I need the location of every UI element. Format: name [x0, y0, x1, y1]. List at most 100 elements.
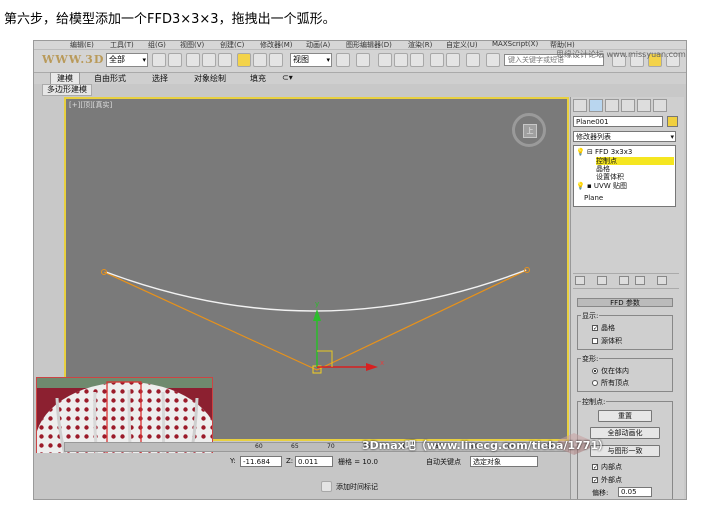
max-window: 编辑(E) 工具(T) 组(G) 视图(V) 创建(C) 修改器(M) 动画(A… [33, 40, 687, 500]
menu-customize[interactable]: 自定义(U) [446, 41, 478, 50]
radio-off-icon [592, 380, 598, 386]
z-coord-field[interactable]: 0.011 [295, 456, 333, 467]
move-icon[interactable] [237, 53, 251, 67]
source-volume-checkbox[interactable]: 源体积 [592, 337, 622, 345]
inside-points-checkbox[interactable]: ✓ 内部点 [592, 463, 622, 471]
configure-sets-icon[interactable] [657, 276, 667, 285]
stack-item-set-volume[interactable]: 设置体积 [596, 173, 624, 181]
only-in-volume-radio[interactable]: 仅在体内 [592, 367, 629, 375]
stack-item-uvw[interactable]: 💡 ▪ UVW 贴图 [576, 182, 627, 190]
layer-icon[interactable] [466, 53, 480, 67]
grid-size-label: 栅格 = 10.0 [338, 458, 378, 466]
offset-label: 偏移: [592, 489, 609, 497]
forum-watermark: 思缘设计论坛 www.missyuan.com [556, 50, 686, 59]
menu-create[interactable]: 创建(C) [220, 41, 244, 50]
time-tick: 70 [327, 443, 335, 450]
ribbon: 建模 自由形式 选择 对象绘制 填充 ⊂▾ [34, 72, 686, 84]
modifier-list-dropdown[interactable]: 修改器列表 ▾ [573, 131, 676, 142]
step-caption: 第六步，给模型添加一个FFD3×3×3，拖拽出一个弧形。 [4, 12, 336, 27]
outside-points-check-icon: ✓ [592, 477, 599, 484]
angle-snap-icon[interactable] [394, 53, 408, 67]
menu-graph-editors[interactable]: 图形编辑器(D) [346, 41, 392, 50]
mirror-icon[interactable] [430, 53, 444, 67]
inside-points-check-icon: ✓ [592, 464, 599, 471]
y-coord-label: Y: [230, 457, 236, 465]
make-unique-icon[interactable] [619, 276, 629, 285]
utilities-tab-icon[interactable] [653, 99, 667, 112]
undo-icon[interactable] [152, 53, 166, 67]
deform-group: 变形: 仅在体内 所有顶点 [577, 354, 673, 392]
snap-toggle-icon[interactable] [378, 53, 392, 67]
modifier-stack: 💡 ⊟ FFD 3x3x3 控制点 晶格 设置体积 💡 ▪ UVW 贴图 Pla… [573, 145, 676, 207]
ribbon-tab-selection[interactable]: 选择 [152, 73, 168, 84]
outside-points-checkbox[interactable]: ✓ 外部点 [592, 476, 622, 484]
radio-on-icon [592, 368, 598, 374]
display-tab-icon[interactable] [637, 99, 651, 112]
modifier-list-label: 修改器列表 [576, 133, 611, 141]
redo-icon[interactable] [168, 53, 182, 67]
time-tick: 60 [255, 443, 263, 450]
command-panel-tabs [573, 99, 681, 113]
menu-tools[interactable]: 工具(T) [110, 41, 134, 50]
select-icon[interactable] [186, 53, 200, 67]
y-coord-field[interactable]: -11.684 [240, 456, 282, 467]
ribbon-options-icon[interactable]: ⊂▾ [282, 73, 293, 82]
ribbon-tab-populate[interactable]: 填充 [250, 73, 266, 84]
reference-coord-dropdown[interactable]: 视图 ▾ [290, 53, 332, 67]
stack-tools [573, 273, 679, 289]
ribbon-poly-modeling[interactable]: 多边形建模 [42, 84, 92, 96]
hierarchy-tab-icon[interactable] [605, 99, 619, 112]
stack-item-control-points[interactable]: 控制点 [596, 157, 674, 165]
ribbon-tab-modeling[interactable]: 建模 [50, 72, 80, 84]
stack-item-lattice[interactable]: 晶格 [596, 165, 610, 173]
window-crossing-icon[interactable] [218, 53, 232, 67]
time-tag-icon[interactable] [321, 481, 332, 492]
align-icon[interactable] [446, 53, 460, 67]
stack-item-plane[interactable]: Plane [584, 194, 603, 202]
modify-tab-icon[interactable] [589, 99, 603, 112]
object-color-swatch[interactable] [667, 116, 678, 127]
reset-button[interactable]: 重置 [598, 410, 652, 422]
menu-maxscript[interactable]: MAXScript(X) [492, 41, 538, 48]
ribbon-tab-freeform[interactable]: 自由形式 [94, 73, 126, 84]
create-tab-icon[interactable] [573, 99, 587, 112]
stack-item-ffd[interactable]: 💡 ⊟ FFD 3x3x3 [576, 148, 632, 156]
offset-field[interactable]: 0.05 [618, 487, 652, 497]
pin-stack-icon[interactable] [575, 276, 585, 285]
menu-modifiers[interactable]: 修改器(M) [260, 41, 293, 50]
selection-filter-value: 全部 [109, 55, 125, 64]
menu-edit[interactable]: 编辑(E) [70, 41, 94, 50]
menu-rendering[interactable]: 渲染(R) [408, 41, 432, 50]
show-end-result-icon[interactable] [597, 276, 607, 285]
menu-group[interactable]: 组(G) [148, 41, 166, 50]
add-time-tag-label[interactable]: 添加时间标记 [336, 482, 378, 492]
pivot-icon[interactable] [336, 53, 350, 67]
remove-modifier-icon[interactable] [635, 276, 645, 285]
select-manipulate-icon[interactable] [356, 53, 370, 67]
reference-coord-value: 视图 [293, 55, 309, 64]
selection-filter-dropdown[interactable]: 全部 ▾ [106, 53, 148, 67]
menu-views[interactable]: 视图(V) [180, 41, 204, 50]
motion-tab-icon[interactable] [621, 99, 635, 112]
watermark-logo: WWW.3D [42, 53, 105, 66]
time-tick: 65 [291, 443, 299, 450]
all-vertices-radio[interactable]: 所有顶点 [592, 379, 629, 387]
ffd-params-rollout[interactable]: FFD 参数 [577, 298, 673, 307]
bottom-watermark: 3Dmax吧（www.linecg.com/tieba/1771） [362, 439, 610, 452]
status-bar: Y: -11.684 Z: 0.011 栅格 = 10.0 自动关键点 选定对象… [34, 453, 570, 499]
menu-animation[interactable]: 动画(A) [306, 41, 330, 50]
rotate-icon[interactable] [253, 53, 267, 67]
curve-editor-icon[interactable] [486, 53, 500, 67]
lattice-check-icon: ✓ [592, 325, 599, 332]
key-selection-dropdown[interactable]: 选定对象 [470, 456, 538, 467]
gizmo-plane-handle [317, 350, 333, 367]
auto-key-label[interactable]: 自动关键点 [426, 457, 461, 467]
select-region-icon[interactable] [202, 53, 216, 67]
control-points-group-label: 控制点: [581, 397, 607, 407]
scale-icon[interactable] [269, 53, 283, 67]
object-name-field[interactable]: Plane001 [573, 116, 663, 127]
ribbon-tab-object-paint[interactable]: 对象绘制 [194, 73, 226, 84]
percent-snap-icon[interactable] [410, 53, 424, 67]
source-volume-check-icon [592, 338, 598, 344]
lattice-checkbox[interactable]: ✓ 晶格 [592, 324, 615, 332]
